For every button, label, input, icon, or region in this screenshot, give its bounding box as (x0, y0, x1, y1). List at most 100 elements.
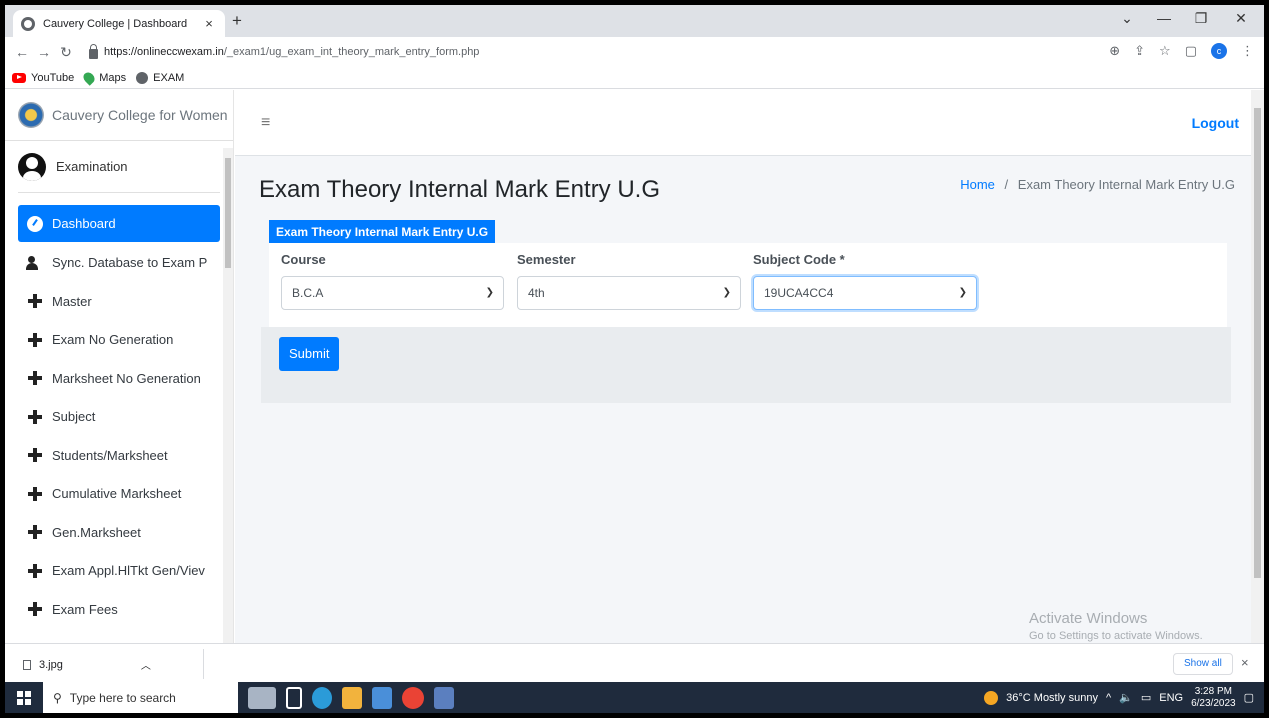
sidebar-nav: Dashboard Sync. Database to Exam P Maste… (5, 193, 233, 629)
top-navbar: ≡ Logout (235, 90, 1251, 156)
youtube-icon (12, 72, 26, 83)
file-explorer-icon[interactable] (342, 686, 362, 709)
sidebar-item-cumulative-marksheet[interactable]: Cumulative Marksheet (18, 475, 220, 514)
page-scrollbar-thumb[interactable] (1254, 108, 1261, 578)
subject-code-select[interactable]: 19UCA4CC4 ❯ (753, 276, 977, 310)
page-scrollbar[interactable] (1251, 90, 1264, 643)
breadcrumb: Home / Exam Theory Internal Mark Entry U… (960, 177, 1235, 192)
bookmark-label: EXAM (153, 71, 185, 84)
browser-tab[interactable]: Cauvery College | Dashboard × (13, 10, 225, 37)
sidebar-item-exam-appl-hltkt[interactable]: Exam Appl.HlTkt Gen/Viev (18, 552, 220, 591)
menu-kebab-icon[interactable]: ⋮ (1241, 43, 1254, 59)
chrome-icon[interactable] (402, 686, 424, 709)
user-panel[interactable]: Examination (18, 141, 220, 193)
forward-icon[interactable]: → (33, 44, 55, 60)
reload-icon[interactable]: ↻ (55, 44, 77, 61)
restore-button[interactable]: ❐ (1186, 10, 1216, 27)
course-select[interactable]: B.C.A ❯ (281, 276, 504, 310)
bookmark-star-icon[interactable]: ☆ (1159, 43, 1171, 59)
chevron-up-icon[interactable]: ︿ (141, 657, 151, 672)
plus-icon (26, 523, 44, 541)
taskbar-search-box[interactable]: ⚲ Type here to search (43, 682, 238, 713)
sidebar-item-gen-marksheet[interactable]: Gen.Marksheet (18, 513, 220, 552)
file-icon (23, 659, 31, 670)
sidebar-item-label: Marksheet No Generation (52, 370, 201, 386)
plus-icon (26, 446, 44, 464)
taskbar-search-placeholder: Type here to search (69, 690, 176, 705)
sidebar-item-exam-no-generation[interactable]: Exam No Generation (18, 321, 220, 360)
zoom-icon[interactable]: ⊕ (1109, 43, 1120, 59)
plus-icon (26, 485, 44, 503)
bookmark-youtube[interactable]: YouTube (12, 72, 74, 84)
sidebar-item-label: Subject (52, 409, 96, 425)
back-icon[interactable]: ← (11, 44, 33, 60)
share-icon[interactable]: ⇪ (1134, 43, 1145, 59)
sidebar-item-marksheet-no-generation[interactable]: Marksheet No Generation (18, 359, 220, 398)
bookmark-maps[interactable]: Maps (81, 69, 127, 86)
sidebar-item-master[interactable]: Master (18, 282, 220, 321)
clock-date: 6/23/2023 (1191, 697, 1236, 709)
sidebar-item-exam-fees[interactable]: Exam Fees (18, 590, 220, 629)
edge-browser-icon[interactable] (312, 686, 332, 709)
weather-sun-icon (984, 690, 999, 705)
sidebar-item-dashboard[interactable]: Dashboard (18, 205, 220, 242)
sidebar-item-label: Exam No Generation (52, 332, 174, 348)
users-icon (26, 254, 44, 272)
hamburger-menu-icon[interactable]: ≡ (261, 114, 270, 132)
language-indicator[interactable]: ENG (1159, 692, 1183, 704)
brand[interactable]: Cauvery College for Women (5, 90, 233, 141)
sidebar-item-label: Master (52, 293, 92, 309)
download-item[interactable]: 3.jpg ︿ (23, 657, 151, 672)
plus-icon (26, 331, 44, 349)
close-download-bar-icon[interactable]: × (1241, 655, 1249, 670)
logout-link[interactable]: Logout (1192, 115, 1239, 131)
store-icon[interactable] (372, 686, 392, 709)
activate-windows-watermark: Activate Windows (1029, 610, 1148, 627)
people-app-icon[interactable] (248, 686, 276, 709)
clock-time: 3:28 PM (1194, 685, 1232, 697)
tab-search-chevron-icon[interactable]: ⌄ (1112, 10, 1142, 27)
bookmark-label: YouTube (31, 71, 75, 84)
page-title: Exam Theory Internal Mark Entry U.G (259, 176, 661, 203)
chevron-down-icon: ❯ (722, 287, 731, 298)
main-content: ≡ Logout Exam Theory Internal Mark Entry… (235, 90, 1251, 643)
toolbar-icons: ⊕ ⇪ ☆ ▢ c ⋮ (1109, 43, 1254, 59)
side-panel-icon[interactable]: ▢ (1185, 43, 1197, 59)
bookmarks-bar: YouTube Maps EXAM (5, 67, 1264, 89)
sidebar-item-subject[interactable]: Subject (18, 398, 220, 437)
submit-button[interactable]: Submit (279, 337, 340, 371)
sidebar-scrollbar[interactable] (223, 148, 233, 643)
sidebar-scrollbar-thumb[interactable] (225, 158, 231, 268)
semester-label: Semester (517, 252, 576, 267)
notification-icon[interactable]: ▢ (1244, 691, 1254, 704)
semester-select[interactable]: 4th ❯ (517, 276, 741, 310)
app-icon[interactable] (434, 686, 454, 709)
tray-chevron-icon[interactable]: ^ (1106, 692, 1111, 704)
plus-icon (26, 292, 44, 310)
user-name: Examination (56, 159, 128, 174)
volume-icon[interactable]: 🔈 (1119, 691, 1133, 704)
clock[interactable]: 3:28 PM 6/23/2023 (1191, 686, 1236, 710)
windows-start-icon[interactable] (17, 690, 31, 705)
bookmark-label: Maps (99, 71, 127, 84)
breadcrumb-home-link[interactable]: Home (960, 177, 995, 192)
form-footer: Submit (261, 327, 1231, 403)
weather-text[interactable]: 36°C Mostly sunny (1006, 692, 1098, 704)
sidebar-item-students-marksheet[interactable]: Students/Marksheet (18, 436, 220, 475)
bookmark-exam[interactable]: EXAM (136, 71, 185, 84)
new-tab-button[interactable]: + (232, 11, 242, 31)
minimize-button[interactable]: — (1149, 10, 1179, 26)
browser-window: Cauvery College | Dashboard × + ⌄ — ❐ ✕ … (5, 5, 1264, 713)
search-icon: ⚲ (53, 690, 62, 705)
tab-close-icon[interactable]: × (201, 16, 217, 31)
sidebar-item-label: Dashboard (52, 216, 116, 231)
close-window-button[interactable]: ✕ (1226, 10, 1256, 27)
task-view-icon[interactable] (286, 686, 302, 709)
network-icon[interactable]: ▭ (1141, 691, 1151, 704)
sidebar-item-label: Sync. Database to Exam P (52, 255, 208, 271)
address-bar[interactable]: https://onlineccwexam.in/_exam1/ug_exam_… (104, 46, 479, 58)
sidebar-item-sync-database[interactable]: Sync. Database to Exam P (18, 244, 220, 283)
profile-avatar[interactable]: c (1211, 43, 1227, 59)
show-all-button[interactable]: Show all (1173, 653, 1233, 675)
browser-toolbar: ← → ↻ https://onlineccwexam.in/_exam1/ug… (5, 37, 1264, 67)
